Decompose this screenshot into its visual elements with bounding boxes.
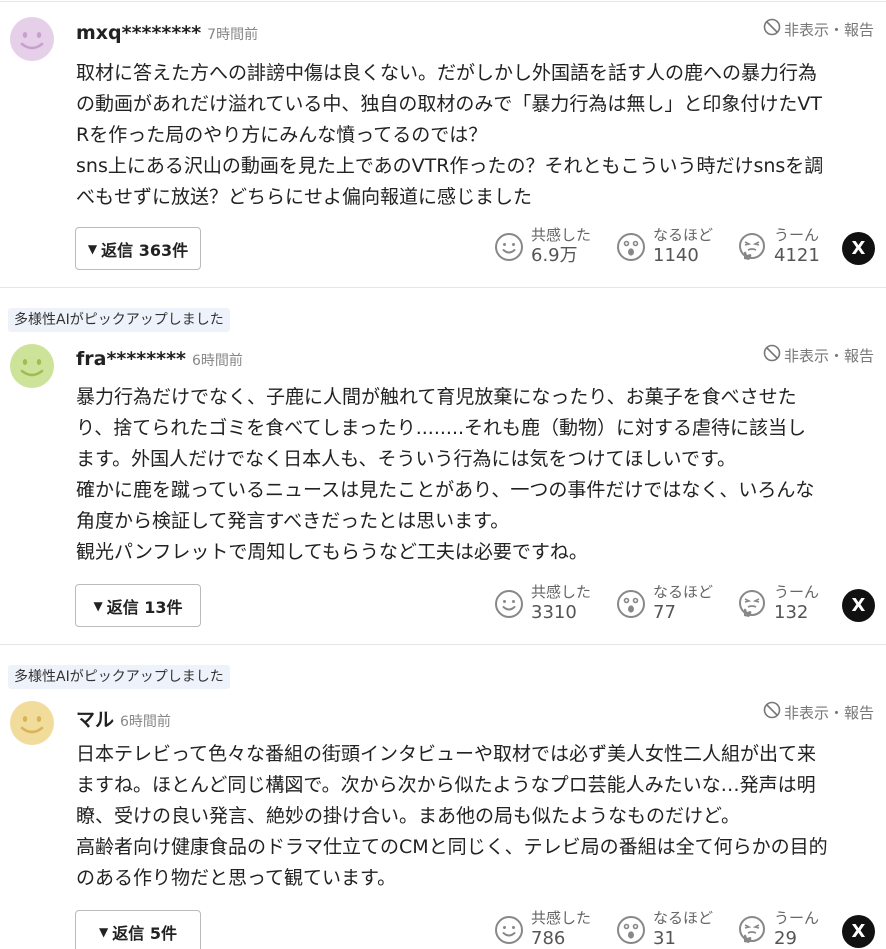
comment-line: ますね。ほとんど同じ構図で。次から次から似たようなプロ芸能人みたいな…発声は明 [76,774,816,796]
hide-report-link[interactable]: 非表示・報告 [763,701,874,723]
comment-author[interactable]: マル 6時間前 [76,705,171,732]
smile-icon [494,232,524,262]
comment-time: 6時間前 [120,714,171,730]
reaction-hmm[interactable]: うーん 4121 [737,226,820,267]
comment-line: 確かに鹿を蹴っているニュースは見たことがあり、一つの事件だけではなく、いろんな [76,479,815,501]
x-logo-icon: X [851,238,866,259]
reaction-label: うーん [774,226,820,244]
comment-author[interactable]: mxq******** 7時間前 [76,22,258,44]
comment-line: り、捨てられたゴミを食べてしまったり........それも鹿（動物）に対する虐待… [76,417,807,439]
comment-line: 角度から検証して発言すべきだったとは思います。 [76,510,510,532]
reply-label: 返信 13件 [106,597,183,617]
reaction-count: 29 [774,928,797,949]
reaction-label: なるほど [653,226,714,244]
thinking-icon [737,915,767,945]
x-share-button[interactable]: X [842,589,875,622]
hide-report-link[interactable]: 非表示・報告 [763,18,874,40]
reaction-hmm[interactable]: うーん 29 [737,909,819,949]
caret-down-icon: ▼ [99,924,109,939]
block-icon [763,18,781,40]
comment-body: 取材に答えた方への誹謗中傷は良くない。だがしかし外国語を話す人の鹿への暴力行為 … [76,58,876,213]
comment-line: 観光パンフレットで周知してもらうなど工夫は必要ですね。 [76,541,588,563]
x-share-button[interactable]: X [842,232,875,265]
reaction-count: 786 [531,928,566,949]
comment-line: 取材に答えた方への誹謗中傷は良くない。だがしかし外国語を話す人の鹿への暴力行為 [76,62,818,84]
comment-line: べもせずに放送？どちらにせよ偏向報道に感じました [76,186,533,208]
comment-line: の動画があれだけ溢れている中、独自の取材のみで「暴力行為は無し」と印象付けたVT [76,93,823,115]
hide-report-label: 非表示・報告 [783,346,874,365]
caret-down-icon: ▼ [87,241,98,256]
avatar[interactable] [10,17,54,61]
x-logo-icon: X [851,921,866,942]
reaction-insightful[interactable]: なるほど 31 [616,909,713,949]
reaction-label: うーん [774,909,820,927]
avatar[interactable] [10,701,54,745]
comment-line: 日本テレビって色々な番組の街頭インタビューや取材では必ず美人女性二人組が出て来 [76,743,817,765]
smile-icon [494,915,524,945]
caret-down-icon: ▼ [93,598,103,613]
smile-icon [494,589,524,619]
hide-report-label: 非表示・報告 [783,703,874,722]
reaction-count: 4121 [774,245,820,266]
reaction-count: 132 [774,602,809,623]
reaction-count: 3310 [531,602,577,623]
hide-report-link[interactable]: 非表示・報告 [763,344,874,366]
comment-line: sns上にある沢山の動画を見た上であのVTR作ったの？それともこういう時だけsn… [76,155,824,177]
comment-body: 日本テレビって色々な番組の街頭インタビューや取材では必ず美人女性二人組が出て来 … [76,739,876,894]
author-name[interactable]: マル [76,709,114,731]
reaction-insightful[interactable]: なるほど 77 [616,583,713,624]
comment-divider [0,287,886,288]
comment-time: 6時間前 [191,353,243,369]
reply-button[interactable]: ▼ 返信 13件 [75,584,201,627]
thinking-icon [737,589,767,619]
reaction-label: 共感した [531,583,592,601]
thinking-icon [737,232,767,262]
hide-report-label: 非表示・報告 [783,20,874,39]
reaction-label: うーん [774,583,820,601]
author-name[interactable]: mxq******** [76,22,201,44]
reaction-empathy[interactable]: 共感した 6.9万 [494,226,591,267]
block-icon [763,701,781,723]
reply-label: 返信 5件 [112,923,177,943]
x-logo-icon: X [851,595,866,616]
reaction-label: なるほど [653,583,714,601]
surprised-icon [616,232,646,262]
reaction-count: 6.9万 [531,245,578,266]
comment-divider [0,644,886,645]
surprised-icon [616,915,646,945]
x-share-button[interactable]: X [842,915,875,948]
reaction-insightful[interactable]: なるほど 1140 [616,226,713,267]
reply-button[interactable]: ▼ 返信 363件 [75,227,201,270]
comment-line: Rを作った局のやり方にみんな憤ってるのでは？ [76,124,488,146]
reaction-empathy[interactable]: 共感した 3310 [494,583,591,624]
reaction-count: 77 [653,602,676,623]
comment-body: 暴力行為だけでなく、子鹿に人間が触れて育児放棄になったり、お菓子を食べさせた り… [76,382,876,568]
comment-line: 瞭、受けの良い発言、絶妙の掛け合い。まあ他の局も似たようなものだけど。 [76,805,741,827]
comment-time: 7時間前 [207,27,259,43]
reaction-count: 31 [653,928,676,949]
ai-pick-badge: 多様性AIがピックアップしました [8,308,230,332]
reply-button[interactable]: ▼ 返信 5件 [75,910,201,949]
comment-line: 暴力行為だけでなく、子鹿に人間が触れて育児放棄になったり、お菓子を食べさせた [76,386,797,408]
author-name[interactable]: fra******** [76,348,186,370]
comment-line: のある作り物だと思って観ています。 [76,867,397,889]
reaction-count: 1140 [653,245,699,266]
reply-label: 返信 363件 [101,240,189,260]
ai-pick-badge: 多様性AIがピックアップしました [8,665,230,689]
comment-line: ます。外国人だけでなく日本人も、そういう行為には気をつけてほしいです。 [76,448,737,470]
reaction-hmm[interactable]: うーん 132 [737,583,819,624]
reaction-label: なるほど [653,909,714,927]
block-icon [763,344,781,366]
surprised-icon [616,589,646,619]
reaction-label: 共感した [531,909,592,927]
comment-author[interactable]: fra******** 6時間前 [76,348,243,370]
reaction-label: 共感した [531,226,592,244]
avatar[interactable] [10,344,54,388]
comment-line: 高齢者向け健康食品のドラマ仕立てのCMと同じく、テレビ局の番組は全て何らかの目的 [76,836,828,858]
reaction-empathy[interactable]: 共感した 786 [494,909,591,949]
top-divider [0,1,886,2]
